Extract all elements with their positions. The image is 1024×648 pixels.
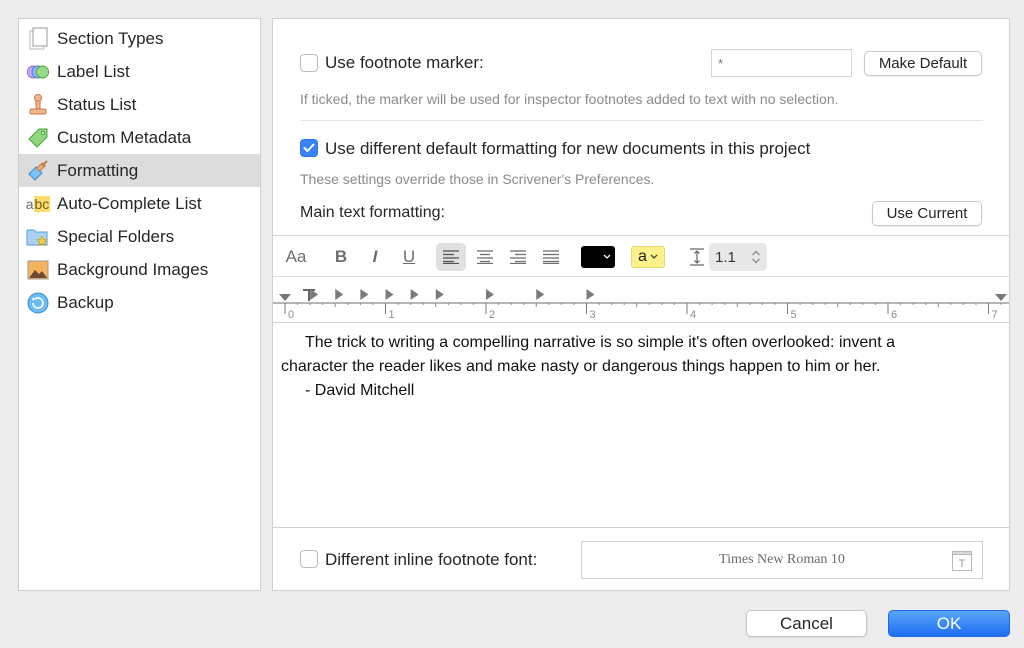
tab-stop-marker [586, 289, 595, 300]
text-color-picker[interactable] [581, 246, 615, 268]
ruler-label: 3 [590, 309, 596, 321]
line-spacing-icon [687, 243, 707, 271]
ruler-label: 1 [389, 309, 395, 321]
tab-stop-marker [385, 289, 394, 300]
footnote-marker-input[interactable] [711, 49, 852, 77]
tab-stop-marker [410, 289, 419, 300]
footnote-marker-hint: If ticked, the marker will be used for i… [300, 91, 839, 107]
label-list-icon [26, 60, 50, 84]
make-default-button[interactable]: Make Default [864, 51, 982, 76]
paintbrush-icon [26, 159, 50, 183]
formatting-hint: These settings override those in Scriven… [300, 171, 655, 187]
align-right-icon [510, 250, 526, 264]
checkmark-icon [303, 143, 315, 152]
image-icon [26, 258, 50, 282]
ruler-label: 5 [791, 309, 797, 321]
use-different-formatting-checkbox[interactable] [300, 139, 318, 157]
underline-button[interactable]: U [397, 243, 421, 271]
justify-button[interactable] [536, 243, 566, 271]
format-toolbar: Aa B I U a 1.1 [273, 235, 1009, 277]
right-indent-marker [995, 294, 1007, 301]
sidebar-item-special-folders[interactable]: Special Folders [19, 220, 260, 253]
abc-icon: a bc [25, 195, 51, 212]
use-different-formatting-label: Use different default formatting for new… [325, 139, 811, 158]
inline-footnote-font-well[interactable]: Times New Roman 10 T [581, 541, 983, 579]
sidebar-item-label: Special Folders [57, 226, 175, 246]
up-down-chevron-icon [752, 250, 760, 264]
sidebar-item-status-list[interactable]: Status List [19, 88, 260, 121]
align-center-icon [477, 250, 493, 264]
use-current-button[interactable]: Use Current [872, 201, 982, 226]
ruler-label: 7 [992, 309, 998, 321]
ruler[interactable]: 0 1 2 3 4 5 6 7 [273, 277, 1009, 323]
font-well-value: Times New Roman 10 [719, 552, 845, 567]
sidebar-item-label: Status List [57, 94, 137, 114]
svg-text:T: T [959, 558, 966, 570]
highlight-color-picker[interactable]: a [631, 246, 665, 268]
editor-line: - David Mitchell [305, 382, 415, 399]
ok-button[interactable]: OK [888, 610, 1010, 637]
sidebar-item-formatting[interactable]: Formatting [19, 154, 260, 187]
sidebar-item-label: Background Images [57, 259, 209, 279]
sidebar-item-background-images[interactable]: Background Images [19, 253, 260, 286]
status-stamp-icon [26, 93, 50, 117]
use-footnote-marker-label: Use footnote marker: [325, 53, 484, 72]
sidebar-item-label: Backup [57, 292, 114, 312]
chevron-down-icon [650, 254, 658, 259]
ruler-label: 4 [690, 309, 696, 321]
sidebar-item-custom-metadata[interactable]: Custom Metadata [19, 121, 260, 154]
fonts-button[interactable]: Aa [281, 243, 311, 271]
sidebar-item-backup[interactable]: Backup [19, 286, 260, 319]
tab-stop-marker [335, 289, 344, 300]
ruler-scale: 0 1 2 3 4 5 6 7 [273, 289, 1009, 321]
sidebar-item-label-list[interactable]: Label List [19, 55, 260, 88]
left-indent-marker [279, 294, 291, 301]
ruler-label: 2 [489, 309, 495, 321]
inline-footnote-font-label: Different inline footnote font: [325, 550, 538, 569]
align-left-button[interactable] [436, 243, 466, 271]
editor-line: The trick to writing a compelling narrat… [305, 334, 895, 351]
ruler-label: 0 [288, 309, 294, 321]
main-text-formatting-label: Main text formatting: [300, 204, 445, 221]
formatting-settings-panel: Use footnote marker: Make Default If tic… [272, 18, 1010, 591]
line-spacing-stepper[interactable]: 1.1 [709, 243, 767, 271]
sidebar-item-label: Section Types [57, 28, 164, 48]
section-types-icon [26, 27, 50, 51]
align-left-icon [443, 250, 459, 264]
sample-text-editor[interactable]: The trick to writing a compelling narrat… [273, 323, 1009, 527]
use-footnote-marker-checkbox[interactable] [300, 54, 318, 72]
cancel-button[interactable]: Cancel [746, 610, 867, 637]
chevron-down-icon [603, 254, 611, 259]
font-panel-icon[interactable]: T [952, 551, 972, 576]
tag-icon [26, 126, 50, 150]
highlight-label: a [638, 248, 647, 265]
ruler-label: 6 [891, 309, 897, 321]
italic-button[interactable]: I [363, 243, 387, 271]
line-spacing-value: 1.1 [715, 248, 736, 266]
sidebar-item-label: Label List [57, 61, 130, 81]
sidebar-item-label: Formatting [57, 160, 139, 180]
editor-line: character the reader likes and make nast… [281, 358, 881, 375]
sidebar-item-section-types[interactable]: Section Types [19, 22, 260, 55]
settings-sidebar: Section Types Label List Status List Cus… [18, 18, 261, 591]
align-center-button[interactable] [470, 243, 500, 271]
sidebar-item-label: Auto-Complete List [57, 193, 202, 213]
different-inline-footnote-font-checkbox[interactable] [300, 550, 318, 568]
bold-button[interactable]: B [329, 243, 353, 271]
tab-stop-marker [536, 289, 545, 300]
tab-stop-marker [435, 289, 444, 300]
backup-icon [26, 291, 50, 315]
star-folder-icon [26, 225, 50, 249]
sidebar-item-label: Custom Metadata [57, 127, 192, 147]
justify-icon [543, 250, 559, 264]
sidebar-item-auto-complete-list[interactable]: a bc Auto-Complete List [19, 187, 260, 220]
inline-footnote-row: Different inline footnote font: Times Ne… [273, 527, 1009, 590]
tab-stop-marker [360, 289, 369, 300]
tab-stop-marker [486, 289, 494, 300]
align-right-button[interactable] [503, 243, 533, 271]
divider [300, 120, 983, 121]
